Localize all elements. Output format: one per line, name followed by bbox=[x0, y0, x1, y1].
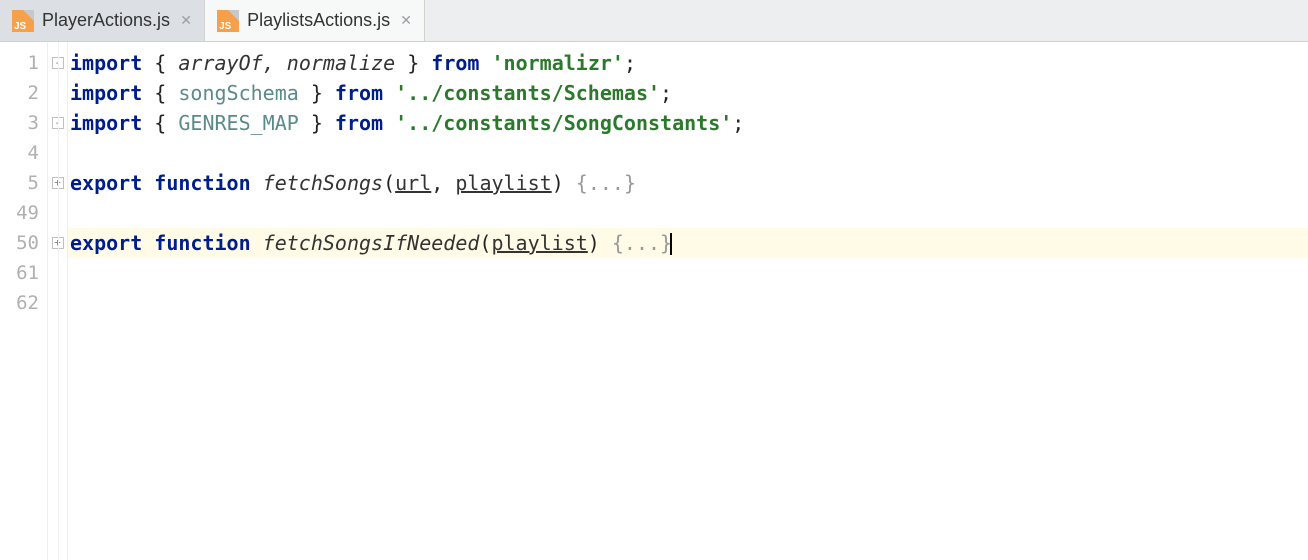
code-line[interactable] bbox=[68, 288, 1308, 318]
line-number: 4 bbox=[0, 138, 39, 168]
line-number: 2 bbox=[0, 78, 39, 108]
tab-player-actions[interactable]: PlayerActions.js ✕ bbox=[0, 0, 205, 41]
tab-label: PlayerActions.js bbox=[42, 10, 170, 31]
line-number: 5 bbox=[0, 168, 39, 198]
line-number: 62 bbox=[0, 288, 39, 318]
code-line[interactable] bbox=[68, 138, 1308, 168]
code-line[interactable] bbox=[68, 258, 1308, 288]
close-icon[interactable]: ✕ bbox=[398, 12, 414, 29]
line-number: 3 bbox=[0, 108, 39, 138]
code-area[interactable]: import { arrayOf, normalize } from 'norm… bbox=[68, 42, 1308, 560]
caret bbox=[670, 233, 672, 255]
tab-bar: PlayerActions.js ✕ PlaylistsActions.js ✕ bbox=[0, 0, 1308, 42]
code-line[interactable]: import { arrayOf, normalize } from 'norm… bbox=[68, 48, 1308, 78]
line-number: 50 bbox=[0, 228, 39, 258]
code-line[interactable]: export function fetchSongsIfNeeded(playl… bbox=[68, 228, 1308, 258]
code-line[interactable] bbox=[68, 198, 1308, 228]
js-file-icon bbox=[12, 10, 34, 32]
js-file-icon bbox=[217, 10, 239, 32]
line-number: 49 bbox=[0, 198, 39, 228]
code-line[interactable]: import { songSchema } from '../constants… bbox=[68, 78, 1308, 108]
line-number: 61 bbox=[0, 258, 39, 288]
tab-label: PlaylistsActions.js bbox=[247, 10, 390, 31]
editor: 1 2 3 4 5 49 50 61 62 - - + + import { a… bbox=[0, 42, 1308, 560]
line-number-gutter: 1 2 3 4 5 49 50 61 62 bbox=[0, 42, 48, 560]
fold-gutter: - - + + bbox=[48, 42, 68, 560]
code-line[interactable]: export function fetchSongs(url, playlist… bbox=[68, 168, 1308, 198]
tab-playlists-actions[interactable]: PlaylistsActions.js ✕ bbox=[205, 0, 425, 41]
line-number: 1 bbox=[0, 48, 39, 78]
close-icon[interactable]: ✕ bbox=[178, 12, 194, 29]
code-line[interactable]: import { GENRES_MAP } from '../constants… bbox=[68, 108, 1308, 138]
